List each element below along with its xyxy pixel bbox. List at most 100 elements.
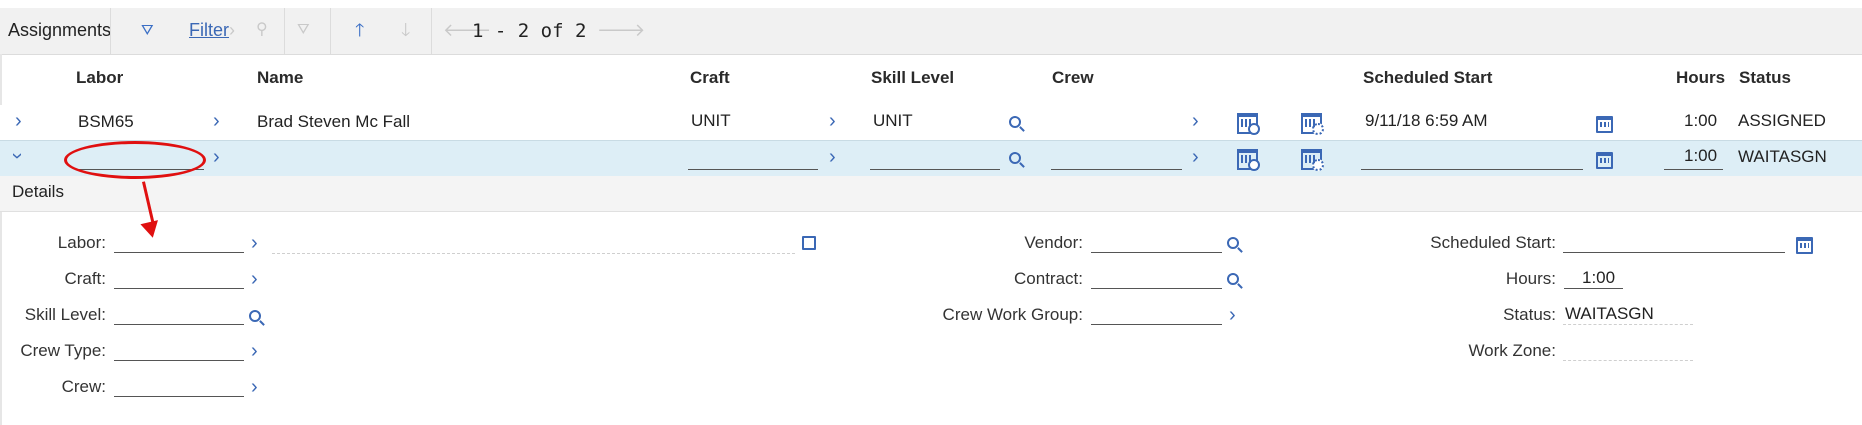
labor-cell: BSM65	[78, 112, 134, 131]
work-zone-field	[1563, 360, 1693, 361]
expand-row-icon[interactable]: ›	[15, 111, 22, 131]
column-header-status[interactable]: Status	[1739, 68, 1791, 88]
vendor-label: Vendor:	[1024, 233, 1083, 252]
craft-label: Craft:	[64, 269, 106, 288]
name-cell: Brad Steven Mc Fall	[257, 112, 411, 131]
labor-detail-menu-icon[interactable]: ›	[213, 147, 220, 167]
annotation-ellipse	[64, 141, 206, 179]
collapse-row-icon[interactable]: ›	[6, 153, 28, 160]
skill-level-field[interactable]	[114, 324, 244, 325]
contract-label: Contract:	[1014, 269, 1083, 288]
table-row-selected[interactable]: › › › › 1:00 WAITASGN	[0, 140, 1862, 177]
crew-field[interactable]	[114, 396, 244, 397]
column-header-crew[interactable]: Crew	[1052, 68, 1094, 88]
hours-underline	[1664, 169, 1723, 170]
hours-label: Hours:	[1505, 269, 1556, 288]
next-page-icon[interactable]: 🡒	[597, 19, 645, 41]
labor-label: Labor:	[57, 233, 106, 252]
crew-type-label: Crew Type:	[20, 341, 106, 360]
assignment-calendar-icon[interactable]	[1237, 113, 1260, 135]
chevron-right-icon[interactable]: ›	[229, 19, 235, 41]
long-description-icon[interactable]	[802, 236, 816, 250]
assignment-calendar-icon[interactable]	[1237, 149, 1260, 171]
work-zone-label: Work Zone:	[1468, 341, 1556, 360]
status-cell: ASSIGNED	[1738, 111, 1826, 130]
filter-link[interactable]: Filter	[189, 20, 229, 41]
crew-work-group-field[interactable]	[1091, 324, 1222, 325]
crew-detail-menu-icon[interactable]: ›	[1192, 147, 1199, 167]
column-header-skill-level[interactable]: Skill Level	[871, 68, 954, 88]
search-icon[interactable]: ⚲	[256, 19, 268, 41]
skill-level-input[interactable]	[870, 169, 1000, 170]
scheduled-start-input[interactable]	[1361, 169, 1583, 170]
craft-detail-menu-icon[interactable]: ›	[251, 269, 258, 289]
crew-label: Crew:	[61, 377, 106, 396]
filter-icon[interactable]: ⛛	[141, 20, 154, 42]
skill-level-lookup-icon[interactable]	[249, 310, 261, 322]
arrow-up-icon[interactable]: 🡑	[355, 19, 364, 41]
calendar-icon[interactable]	[1796, 237, 1813, 254]
clock-icon	[1248, 123, 1260, 135]
vendor-field[interactable]	[1091, 252, 1222, 253]
column-header-hours[interactable]: Hours	[1676, 68, 1725, 88]
clock-icon	[1248, 159, 1260, 171]
status-underline	[1563, 324, 1693, 325]
toolbar-divider	[110, 8, 111, 54]
pager-text: 1 - 2 of 2	[472, 20, 587, 42]
hours-field[interactable]: 1:00	[1582, 268, 1615, 288]
crew-work-group-detail-menu-icon[interactable]: ›	[1229, 305, 1236, 325]
contract-field[interactable]	[1091, 288, 1222, 289]
labor-detail-menu-icon[interactable]: ›	[213, 111, 220, 131]
crew-type-field[interactable]	[114, 360, 244, 361]
status-label: Status:	[1503, 305, 1556, 324]
skill-level-lookup-icon[interactable]	[1009, 152, 1021, 164]
column-header-labor[interactable]: Labor	[76, 68, 123, 88]
schedule-calendar-icon[interactable]	[1301, 149, 1324, 171]
hours-cell: 1:00	[1684, 111, 1718, 130]
scheduled-start-cell: 9/11/18 6:59 AM	[1365, 111, 1488, 130]
skill-level-cell: UNIT	[873, 111, 913, 130]
crew-work-group-label: Crew Work Group:	[942, 305, 1083, 324]
toolbar-divider	[330, 8, 331, 54]
crew-detail-menu-icon[interactable]: ›	[1192, 111, 1199, 131]
craft-input[interactable]	[688, 169, 818, 170]
column-header-name[interactable]: Name	[257, 68, 303, 88]
vendor-lookup-icon[interactable]	[1227, 237, 1239, 249]
calendar-icon[interactable]	[1596, 152, 1613, 169]
craft-detail-menu-icon[interactable]: ›	[829, 111, 836, 131]
craft-field[interactable]	[114, 288, 244, 289]
clear-filter-icon[interactable]: ⛛	[297, 19, 310, 41]
scheduled-start-label: Scheduled Start:	[1430, 233, 1556, 252]
calendar-icon[interactable]	[1596, 116, 1613, 133]
gear-icon	[1312, 123, 1324, 135]
labor-description-field	[272, 253, 795, 254]
hours-input[interactable]: 1:00	[1684, 146, 1717, 166]
status-cell: WAITASGN	[1738, 147, 1827, 166]
scheduled-start-field[interactable]	[1563, 252, 1785, 253]
crew-detail-menu-icon[interactable]: ›	[251, 377, 258, 397]
labor-field[interactable]	[114, 252, 244, 253]
craft-cell: UNIT	[691, 111, 731, 130]
skill-level-label: Skill Level:	[24, 305, 106, 324]
toolbar-divider	[284, 8, 285, 54]
contract-lookup-icon[interactable]	[1227, 273, 1239, 285]
status-value: WAITASGN	[1565, 304, 1654, 323]
crew-type-detail-menu-icon[interactable]: ›	[251, 341, 258, 361]
details-title: Details	[12, 182, 64, 201]
assignments-toolbar: Assignments ⛛ Filter › ⚲ ⛛ 🡑 🡓 🡐 1 - 2 o…	[0, 8, 1862, 55]
schedule-calendar-icon[interactable]	[1301, 113, 1324, 135]
hours-field-underline	[1564, 288, 1623, 289]
crew-input[interactable]	[1051, 169, 1182, 170]
toolbar-divider	[431, 8, 432, 54]
arrow-down-icon[interactable]: 🡓	[401, 19, 410, 41]
details-section-header[interactable]: Details	[0, 176, 1862, 212]
section-title: Assignments	[8, 20, 112, 40]
column-header-craft[interactable]: Craft	[690, 68, 730, 88]
column-header-scheduled-start[interactable]: Scheduled Start	[1363, 68, 1492, 88]
annotation-arrow-head	[140, 220, 162, 240]
labor-detail-menu-icon[interactable]: ›	[251, 233, 258, 253]
skill-level-lookup-icon[interactable]	[1009, 116, 1021, 128]
table-row[interactable]: › BSM65 › Brad Steven Mc Fall UNIT › UNI…	[0, 105, 1862, 140]
gear-icon	[1312, 159, 1324, 171]
craft-detail-menu-icon[interactable]: ›	[829, 147, 836, 167]
